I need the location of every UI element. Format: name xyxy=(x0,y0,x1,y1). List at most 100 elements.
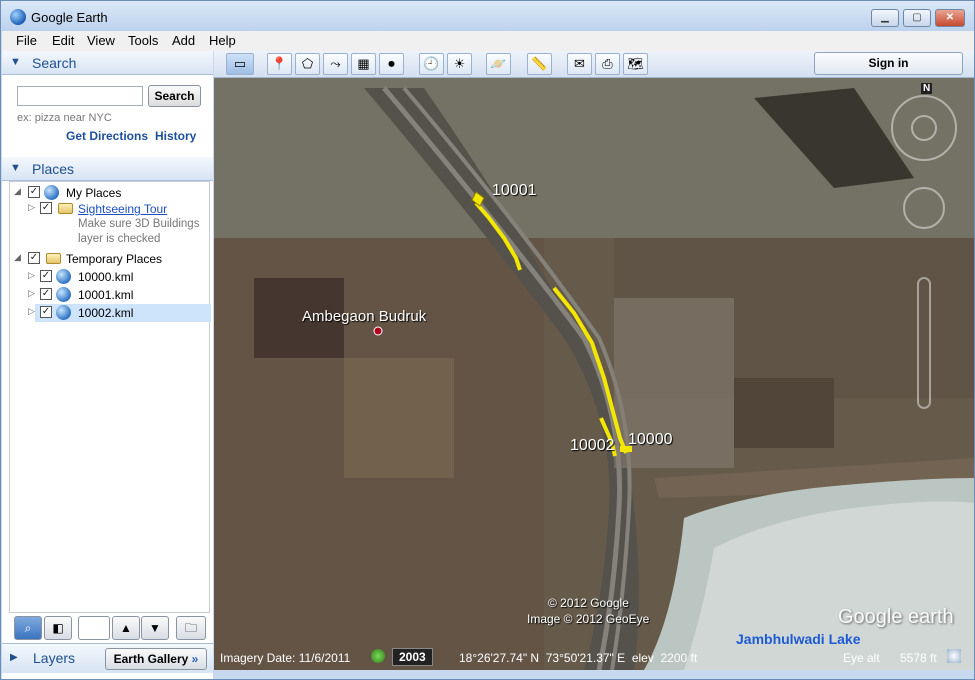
copyright-line-2: Image © 2012 GeoEye xyxy=(527,612,650,626)
menu-bar: File Edit View Tools Add Help xyxy=(2,31,974,51)
imagery-date: Imagery Date: 11/6/2011 xyxy=(220,651,351,665)
add-path-icon[interactable]: ⤳ xyxy=(323,53,348,75)
email-icon[interactable]: ✉ xyxy=(567,53,592,75)
record-tour-icon[interactable]: ⏺ xyxy=(379,53,404,75)
menu-help[interactable]: Help xyxy=(209,33,236,48)
marker-label-10000: 10000 xyxy=(628,431,673,448)
history-link[interactable]: History xyxy=(155,129,196,143)
menu-edit[interactable]: Edit xyxy=(52,33,74,48)
print-icon[interactable]: ⎙ xyxy=(595,53,620,75)
google-earth-logo-icon xyxy=(10,9,26,25)
minimize-button[interactable]: ▁ xyxy=(871,9,899,27)
kml-globe-icon xyxy=(56,287,71,302)
planets-icon[interactable]: 🪐 xyxy=(486,53,511,75)
tree-node-10002[interactable]: ▷ ✓ 10002.kml xyxy=(28,304,211,322)
earth-gallery-label: Earth Gallery xyxy=(113,652,189,666)
expand-arrow-icon[interactable]: ◢ xyxy=(14,252,21,263)
expand-arrow-icon[interactable]: ◢ xyxy=(14,186,21,197)
kml-globe-icon xyxy=(56,269,71,284)
earth-gallery-button[interactable]: Earth Gallery » xyxy=(105,648,207,670)
search-panel-header[interactable]: ▼ Search xyxy=(2,51,213,75)
search-hint: ex: pizza near NYC xyxy=(17,112,112,124)
tree-node-temporary[interactable]: ◢ ✓ Temporary Places xyxy=(10,250,209,268)
expand-arrow-icon[interactable]: ▷ xyxy=(28,306,35,317)
places-header-label: Places xyxy=(32,161,75,177)
place-marker-icon[interactable] xyxy=(373,326,383,336)
add-polygon-icon[interactable]: ⬠ xyxy=(295,53,320,75)
tree-label: 10000.kml xyxy=(78,270,134,284)
place-label: Ambegaon Budruk xyxy=(302,308,427,325)
layers-header-label: Layers xyxy=(33,650,76,666)
collapse-triangle-icon: ▼ xyxy=(10,162,21,174)
sign-in-button[interactable]: Sign in xyxy=(814,52,963,75)
expand-arrow-icon[interactable]: ▷ xyxy=(28,202,35,213)
tree-node-10000[interactable]: ▷ ✓ 10000.kml xyxy=(10,268,209,286)
add-image-overlay-icon[interactable]: ▦ xyxy=(351,53,376,75)
search-button[interactable]: Search xyxy=(148,85,201,107)
add-placemark-icon[interactable]: 📍 xyxy=(267,53,292,75)
menu-view[interactable]: View xyxy=(87,33,115,48)
tree-label: 10001.kml xyxy=(78,288,134,302)
layers-panel-header[interactable]: ▶ Layers Earth Gallery » xyxy=(2,643,213,673)
checkbox[interactable]: ✓ xyxy=(40,270,52,282)
open-folder-icon xyxy=(46,253,61,264)
close-button[interactable]: ✕ xyxy=(935,9,965,27)
tree-label: My Places xyxy=(66,186,122,200)
menu-add[interactable]: Add xyxy=(172,33,195,48)
expand-arrow-icon[interactable]: ▷ xyxy=(28,270,35,281)
globe-icon xyxy=(44,185,59,200)
google-earth-watermark: Google earth xyxy=(838,606,954,628)
chevron-right-icon: » xyxy=(191,652,199,666)
map-view[interactable]: N 10001 10002 10000 Ambegaon Budruk © 20… xyxy=(214,78,974,670)
expand-triangle-icon: ▶ xyxy=(10,652,18,663)
main-toolbar: ▭ 📍 ⬠ ⤳ ▦ ⏺ 🕘 ☀ 🪐 📏 ✉ ⎙ 🗺 Sign in xyxy=(214,51,974,78)
places-tree: ◢ ✓ My Places ▷ ✓ Sightseeing Tour Make … xyxy=(9,181,211,613)
view-in-maps-icon[interactable]: 🗺 xyxy=(623,53,648,75)
get-directions-link[interactable]: Get Directions xyxy=(66,129,148,143)
folder-icon xyxy=(58,203,73,214)
move-up-icon[interactable]: ▲ xyxy=(112,616,140,640)
tree-node-10001[interactable]: ▷ ✓ 10001.kml xyxy=(10,286,209,304)
checkbox[interactable]: ✓ xyxy=(40,288,52,300)
checkbox[interactable]: ✓ xyxy=(28,252,40,264)
ruler-icon[interactable]: 📏 xyxy=(527,53,552,75)
expand-arrow-icon[interactable]: ▷ xyxy=(28,288,35,299)
eye-alt-value: 5578 ft xyxy=(900,651,937,665)
checkbox[interactable]: ✓ xyxy=(28,186,40,198)
marker-label-10001: 10001 xyxy=(492,182,537,199)
window-title: Google Earth xyxy=(31,10,108,25)
places-panel-header[interactable]: ▼ Places xyxy=(2,157,213,181)
sunlight-icon[interactable]: ☀ xyxy=(447,53,472,75)
sightseeing-tour-link[interactable]: Sightseeing Tour xyxy=(78,202,167,216)
historical-imagery-icon[interactable]: 🕘 xyxy=(419,53,444,75)
tree-node-sightseeing[interactable]: ▷ ✓ Sightseeing Tour xyxy=(10,200,209,218)
search-places-icon[interactable]: ⌕ xyxy=(14,616,42,640)
tree-label: 10002.kml xyxy=(78,306,134,320)
checkbox[interactable]: ✓ xyxy=(40,202,52,214)
sidebar-toggle-icon[interactable]: ▭ xyxy=(226,53,254,75)
streaming-indicator-icon xyxy=(947,649,961,663)
coordinates-readout: 18°26'27.74" N 73°50'21.37" E elev 2200 … xyxy=(459,651,698,665)
move-down-icon[interactable]: ▼ xyxy=(141,616,169,640)
maximize-button[interactable]: ▢ xyxy=(903,9,931,27)
historical-imagery-clock-icon[interactable] xyxy=(371,649,385,663)
search-input[interactable] xyxy=(17,86,143,106)
panel-toggle-icon[interactable]: ◧ xyxy=(44,616,72,640)
checkbox[interactable]: ✓ xyxy=(40,306,52,318)
places-filter-input[interactable] xyxy=(78,616,110,640)
collapse-triangle-icon: ▼ xyxy=(10,56,21,68)
status-bar: Imagery Date: 11/6/2011 2003 18°26'27.74… xyxy=(214,645,974,671)
search-header-label: Search xyxy=(32,55,77,71)
tree-label: Temporary Places xyxy=(66,252,163,266)
title-bar: Google Earth ▁ ▢ ✕ xyxy=(1,1,974,31)
places-toolbar: ⌕ ◧ ▲ ▼ 🗀 xyxy=(9,613,210,643)
imagery-year-badge[interactable]: 2003 xyxy=(392,648,433,666)
app-window: Google Earth ▁ ▢ ✕ File Edit View Tools … xyxy=(0,0,975,680)
copyright-line-1: © 2012 Google xyxy=(548,596,629,610)
menu-tools[interactable]: Tools xyxy=(128,33,158,48)
add-folder-icon[interactable]: 🗀 xyxy=(176,616,206,640)
eye-alt-label: Eye alt xyxy=(843,651,880,665)
compass-north-label: N xyxy=(921,83,933,94)
menu-file[interactable]: File xyxy=(16,33,37,48)
sidebar: ▼ Search Search ex: pizza near NYC Get D… xyxy=(2,51,213,679)
